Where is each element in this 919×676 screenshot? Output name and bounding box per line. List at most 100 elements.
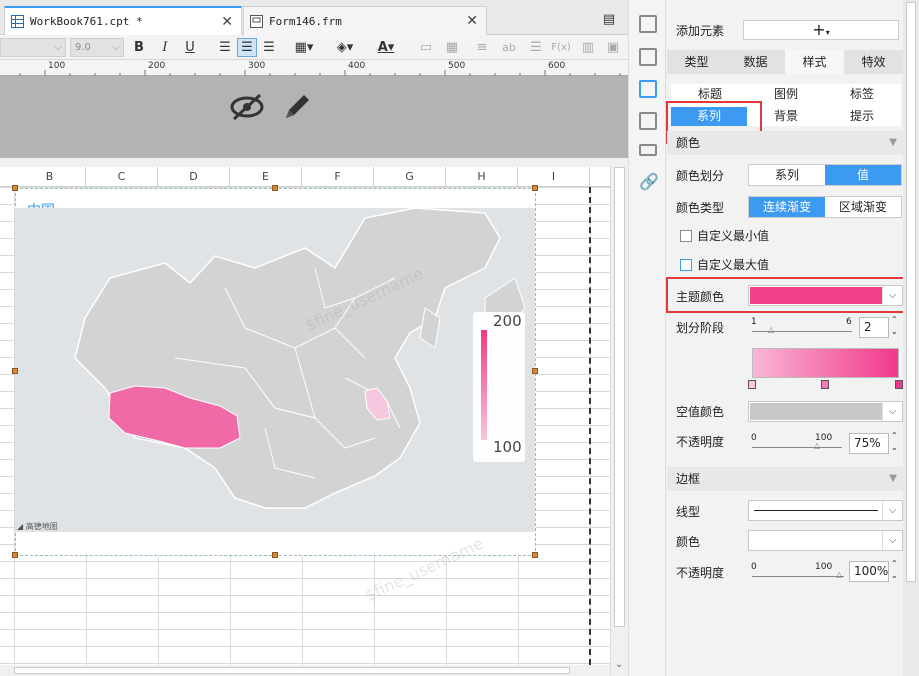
tab-effect[interactable]: 特效 [844,50,903,74]
resize-handle[interactable] [532,552,538,558]
align-right-icon[interactable]: ☰ [260,38,278,57]
stage-slider[interactable] [752,331,852,332]
resize-handle[interactable] [272,552,278,558]
line-type-select[interactable]: ⌵ [748,500,903,521]
fill-color-icon[interactable]: ◈▾ [331,38,359,57]
gradient-stop[interactable] [895,380,903,389]
horizontal-scrollbar[interactable] [0,665,610,676]
chart-icon[interactable]: ▥ [580,38,596,57]
font-size-select[interactable]: 9.0 ⌵ [70,38,124,57]
border-color-select[interactable]: ⌵ [748,530,903,551]
widget-icon[interactable] [639,48,657,66]
font-name-select[interactable]: ⌵ [0,38,66,57]
color-division-label: 颜色划分 [676,169,725,183]
font-color-icon[interactable]: A ▾ [372,38,400,57]
border-section-header[interactable]: 边框 ▼ [667,467,903,491]
resize-handle[interactable] [12,185,18,191]
subtab-label[interactable]: 标签 [825,86,899,103]
tab-data[interactable]: 数据 [726,50,785,74]
wrap-icon[interactable]: ≡ [474,38,490,57]
color-section-header[interactable]: 颜色 ▼ [667,131,903,155]
border-icon[interactable]: ▦▾ [291,38,317,57]
map-area[interactable]: 200 100 ◢ 高德地图 [15,208,535,532]
custom-max-checkbox[interactable] [680,259,692,271]
close-icon[interactable]: ✕ [466,13,478,29]
column-header-cell[interactable]: C [86,167,158,187]
align-left-icon[interactable]: ☰ [216,38,234,57]
resize-handle[interactable] [12,368,18,374]
tab-style[interactable]: 样式 [785,50,844,74]
spin-down-icon[interactable]: ⌄ [891,443,898,452]
align-center-icon[interactable]: ☰ [237,38,257,57]
underline-button[interactable]: U [183,38,197,57]
condition-icon[interactable] [639,144,657,156]
spin-down-icon[interactable]: ⌄ [891,327,898,336]
tab-type[interactable]: 类型 [667,50,726,74]
scroll-thumb[interactable] [614,167,625,627]
border-opacity-max: 100 [815,562,833,572]
image-icon[interactable]: ▣ [604,38,622,57]
scroll-thumb[interactable] [906,2,916,582]
gradient-stop[interactable] [748,380,756,389]
spin-down-icon[interactable]: ⌄ [891,571,898,580]
vertical-scrollbar[interactable]: ⌄ [610,167,628,676]
option-value[interactable]: 值 [825,165,901,185]
resize-handle[interactable] [12,552,18,558]
stage-max: 6 [846,317,852,327]
column-header-cell[interactable]: I [518,167,590,187]
scroll-thumb[interactable] [14,667,570,674]
add-element-button[interactable]: +▾ [743,20,899,40]
formula-icon[interactable]: F(x) [550,38,572,57]
column-header-cell[interactable]: G [374,167,446,187]
option-continuous[interactable]: 连续渐变 [749,197,825,217]
opacity-slider[interactable] [752,447,842,448]
edit-icon[interactable] [281,91,313,126]
layout-icon[interactable] [639,15,657,33]
null-color-select[interactable]: ⌵ [748,401,903,422]
theme-color-select[interactable]: ⌵ [748,285,903,306]
resize-handle[interactable] [532,368,538,374]
merge-icon[interactable]: ▭ [418,38,434,57]
custom-min-checkbox[interactable] [680,230,692,242]
bold-button[interactable]: B [132,38,146,57]
italic-button[interactable]: I [158,38,172,57]
tab-menu-icon[interactable]: ▤ [600,10,618,29]
link-icon[interactable]: 🔗 [639,172,659,191]
column-header-cell[interactable]: D [158,167,230,187]
column-header-cell[interactable]: H [446,167,518,187]
color-division-toggle: 系列 值 [748,164,902,186]
option-region[interactable]: 区域渐变 [825,197,901,217]
resize-handle[interactable] [532,185,538,191]
text-icon[interactable]: ab [500,38,518,57]
chart-properties-icon[interactable] [639,80,657,98]
null-color-swatch [750,403,882,420]
split-icon[interactable]: ▦ [444,38,460,57]
slider-thumb[interactable]: △ [836,570,842,579]
border-opacity-input[interactable]: 100% [849,561,889,582]
subtab-tooltip[interactable]: 提示 [825,107,899,126]
close-icon[interactable]: ✕ [221,14,233,30]
stage-spinner[interactable]: 2 [859,317,889,338]
slider-thumb[interactable]: △ [814,441,820,450]
panel-scrollbar[interactable] [903,0,919,676]
theme-color-label: 主题颜色 [676,290,725,304]
cell-element-icon[interactable] [639,112,657,130]
spin-up-icon[interactable]: ⌃ [891,315,898,324]
spin-up-icon[interactable]: ⌃ [891,431,898,440]
indent-icon[interactable]: ☰ [528,38,544,57]
chevron-down-icon[interactable]: ⌄ [615,659,623,670]
gradient-stop[interactable] [821,380,829,389]
column-header-cell[interactable]: B [14,167,86,187]
tab-workbook[interactable]: WorkBook761.cpt * ✕ [4,6,242,35]
hide-icon[interactable] [229,92,265,125]
option-series[interactable]: 系列 [749,165,825,185]
spin-up-icon[interactable]: ⌃ [891,559,898,568]
slider-thumb[interactable]: △ [768,325,774,334]
tab-form[interactable]: Form146.frm ✕ [243,6,487,35]
resize-handle[interactable] [272,185,278,191]
border-opacity-min: 0 [751,562,757,572]
column-header-cell[interactable]: E [230,167,302,187]
border-opacity-slider[interactable] [752,576,844,577]
opacity-input[interactable]: 75% [849,433,889,454]
column-header-cell[interactable]: F [302,167,374,187]
